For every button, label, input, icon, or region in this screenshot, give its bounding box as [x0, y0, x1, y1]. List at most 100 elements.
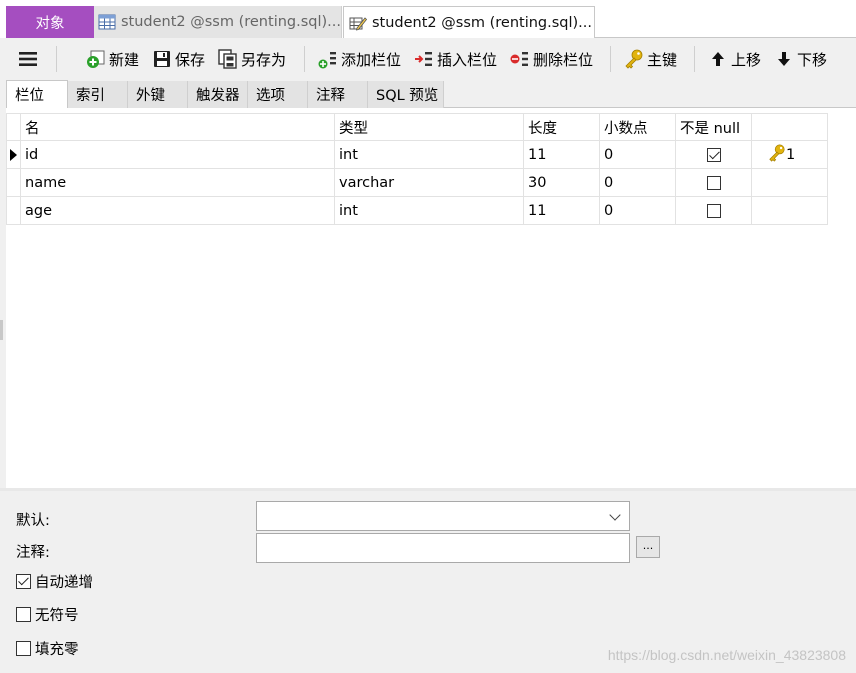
field-not-null-cell[interactable] — [675, 196, 752, 225]
tab-triggers-label: 触发器 — [196, 88, 240, 104]
field-type-cell[interactable]: int — [334, 196, 524, 225]
hamburger-icon — [18, 49, 38, 69]
move-down-label: 下移 — [797, 50, 828, 69]
tab-sql-preview[interactable]: SQL 预览 — [368, 81, 444, 108]
not-null-checkbox[interactable] — [706, 147, 721, 162]
field-decimals-cell[interactable]: 0 — [599, 140, 676, 169]
menu-button[interactable] — [18, 46, 41, 72]
tab-student2-design-label: student2 @ssm (renting.sql)... — [372, 14, 593, 31]
tab-objects[interactable]: 对象 — [6, 6, 94, 38]
arrow-up-icon — [708, 49, 728, 69]
tab-triggers[interactable]: 触发器 — [188, 81, 248, 108]
save-as-button[interactable]: 另存为 — [218, 46, 286, 72]
toolbar: 新建 保存 另存为 添加栏位 插入栏位 删除栏位 主键 上移 下移 — [6, 38, 856, 80]
key-icon — [624, 49, 644, 69]
save-icon — [152, 49, 172, 69]
comment-label: 注释: — [16, 545, 50, 561]
left-edge-grip — [0, 320, 3, 340]
tab-options[interactable]: 选项 — [248, 81, 308, 108]
delete-column-icon — [510, 49, 530, 69]
field-length-cell[interactable]: 30 — [523, 168, 600, 197]
field-decimals-cell[interactable]: 0 — [599, 168, 676, 197]
add-column-button[interactable]: 添加栏位 — [318, 46, 401, 72]
zerofill-checkbox[interactable] — [16, 641, 31, 656]
column-header-type[interactable]: 类型 — [334, 113, 524, 141]
field-length-cell[interactable]: 11 — [523, 196, 600, 225]
move-down-button[interactable]: 下移 — [774, 46, 827, 72]
key-order: 1 — [786, 146, 796, 163]
table-row[interactable]: id int 11 0 1 — [6, 140, 828, 169]
tab-fields[interactable]: 栏位 — [6, 80, 68, 109]
zerofill-option[interactable]: 填充零 — [16, 638, 79, 659]
fields-table: 名 类型 长度 小数点 不是 null id int 11 0 1 name v… — [6, 113, 828, 225]
move-up-button[interactable]: 上移 — [708, 46, 761, 72]
auto-increment-label: 自动递增 — [35, 575, 93, 591]
window-tab-bar: 对象 student2 @ssm (renting.sql)... studen… — [0, 0, 856, 38]
design-table-icon — [348, 15, 368, 31]
zerofill-label: 填充零 — [35, 642, 79, 658]
fields-grid: 名 类型 长度 小数点 不是 null id int 11 0 1 name v… — [6, 108, 856, 488]
toolbar-separator — [304, 46, 305, 72]
auto-increment-checkbox[interactable] — [16, 574, 31, 589]
column-header-key[interactable] — [751, 113, 828, 141]
field-key-cell[interactable] — [751, 196, 828, 225]
unsigned-option[interactable]: 无符号 — [16, 604, 79, 625]
field-key-cell[interactable]: 1 — [751, 140, 828, 169]
save-label: 保存 — [175, 50, 206, 69]
column-header-name[interactable]: 名 — [20, 113, 335, 141]
insert-column-button[interactable]: 插入栏位 — [414, 46, 497, 72]
field-name-cell[interactable]: id — [20, 140, 335, 169]
field-type-cell[interactable]: int — [334, 140, 524, 169]
table-row[interactable]: age int 11 0 — [6, 196, 828, 225]
tab-student2-data[interactable]: student2 @ssm (renting.sql)... — [94, 6, 342, 38]
save-as-icon — [218, 49, 238, 69]
toolbar-separator — [610, 46, 611, 72]
tab-fields-label: 栏位 — [15, 88, 44, 104]
watermark: https://blog.csdn.net/weixin_43823808 — [607, 647, 846, 663]
default-label: 默认: — [16, 513, 50, 529]
add-column-label: 添加栏位 — [341, 50, 402, 69]
field-decimals-cell[interactable]: 0 — [599, 196, 676, 225]
add-column-icon — [318, 49, 338, 69]
row-selector[interactable] — [6, 196, 21, 225]
toolbar-separator — [56, 46, 57, 72]
field-length-cell[interactable]: 11 — [523, 140, 600, 169]
tab-indexes-label: 索引 — [76, 88, 105, 104]
auto-increment-option[interactable]: 自动递增 — [16, 571, 93, 592]
comment-editor-button[interactable]: ... — [636, 536, 660, 558]
not-null-checkbox[interactable] — [706, 203, 721, 218]
delete-column-button[interactable]: 删除栏位 — [510, 46, 593, 72]
header-selector — [6, 113, 21, 141]
row-selector[interactable] — [6, 168, 21, 197]
field-name-cell[interactable]: name — [20, 168, 335, 197]
primary-key-button[interactable]: 主键 — [624, 46, 677, 72]
unsigned-checkbox[interactable] — [16, 607, 31, 622]
table-row[interactable]: name varchar 30 0 — [6, 168, 828, 197]
row-selector[interactable] — [6, 140, 21, 169]
field-not-null-cell[interactable] — [675, 168, 752, 197]
current-row-pointer-icon — [10, 148, 17, 161]
tab-foreign-keys[interactable]: 外键 — [128, 81, 188, 108]
insert-column-icon — [414, 49, 434, 69]
chevron-down-icon[interactable] — [609, 509, 621, 521]
tab-student2-design[interactable]: student2 @ssm (renting.sql)... — [343, 6, 595, 38]
column-header-length[interactable]: 长度 — [523, 113, 600, 141]
not-null-checkbox[interactable] — [706, 175, 721, 190]
column-header-not-null[interactable]: 不是 null — [675, 113, 752, 141]
column-header-decimals[interactable]: 小数点 — [599, 113, 676, 141]
comment-input[interactable] — [256, 533, 630, 563]
save-button[interactable]: 保存 — [152, 46, 205, 72]
tab-indexes[interactable]: 索引 — [68, 81, 128, 108]
field-key-cell[interactable] — [751, 168, 828, 197]
key-icon — [768, 144, 786, 166]
field-type-cell[interactable]: varchar — [334, 168, 524, 197]
primary-key-label: 主键 — [647, 50, 678, 69]
tab-comment[interactable]: 注释 — [308, 81, 368, 108]
field-name-cell[interactable]: age — [20, 196, 335, 225]
default-combobox[interactable] — [256, 501, 630, 531]
field-not-null-cell[interactable] — [675, 140, 752, 169]
new-button[interactable]: 新建 — [86, 46, 139, 72]
tab-sql-preview-label: SQL 预览 — [376, 88, 439, 104]
save-as-label: 另存为 — [241, 50, 287, 69]
insert-column-label: 插入栏位 — [437, 50, 498, 69]
